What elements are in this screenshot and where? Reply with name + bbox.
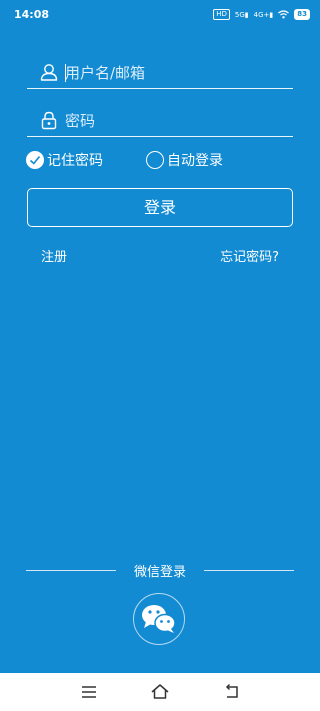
wifi-icon — [278, 10, 290, 19]
wechat-login-button[interactable] — [133, 593, 185, 645]
auto-login-checkbox[interactable] — [146, 151, 164, 169]
signal-4g-icon: 4G+▮ — [253, 10, 274, 19]
auto-login-option[interactable]: 自动登录 — [146, 149, 223, 171]
battery-icon: 83 — [294, 9, 310, 20]
hd-icon: HD — [213, 9, 230, 20]
password-input[interactable] — [65, 109, 285, 133]
signal-5g-icon: 5G▮ — [234, 10, 249, 19]
user-icon — [40, 64, 58, 81]
password-field[interactable] — [27, 106, 293, 137]
net1-label: 5G — [234, 10, 245, 19]
forgot-password-link[interactable]: 忘记密码? — [220, 246, 279, 265]
remember-password-option[interactable]: 记住密码 — [26, 149, 103, 171]
system-nav-bar — [0, 673, 320, 711]
status-time: 14:08 — [14, 8, 50, 21]
register-link[interactable]: 注册 — [41, 246, 67, 265]
wechat-icon — [142, 605, 176, 633]
username-field[interactable] — [27, 58, 293, 89]
check-icon — [29, 155, 41, 165]
divider-right — [204, 570, 294, 571]
divider-left — [26, 570, 116, 571]
status-bar: 14:08 HD 5G▮ 4G+▮ 83 — [0, 0, 320, 30]
remember-checkbox[interactable] — [26, 151, 44, 169]
status-icons: HD 5G▮ 4G+▮ 83 — [213, 9, 310, 20]
login-button[interactable]: 登录 — [27, 188, 293, 227]
lock-icon — [41, 111, 57, 130]
auto-login-label: 自动登录 — [167, 153, 223, 169]
home-icon[interactable] — [150, 682, 170, 702]
menu-icon[interactable] — [79, 682, 99, 702]
back-icon[interactable] — [222, 682, 242, 702]
username-input[interactable] — [65, 61, 285, 85]
remember-label: 记住密码 — [47, 153, 103, 169]
wechat-login-title: 微信登录 — [133, 565, 186, 580]
net2-label: 4G+ — [253, 10, 270, 19]
login-screen: 14:08 HD 5G▮ 4G+▮ 83 用户名/邮箱 记住密码 自动登录 登录… — [0, 0, 320, 673]
